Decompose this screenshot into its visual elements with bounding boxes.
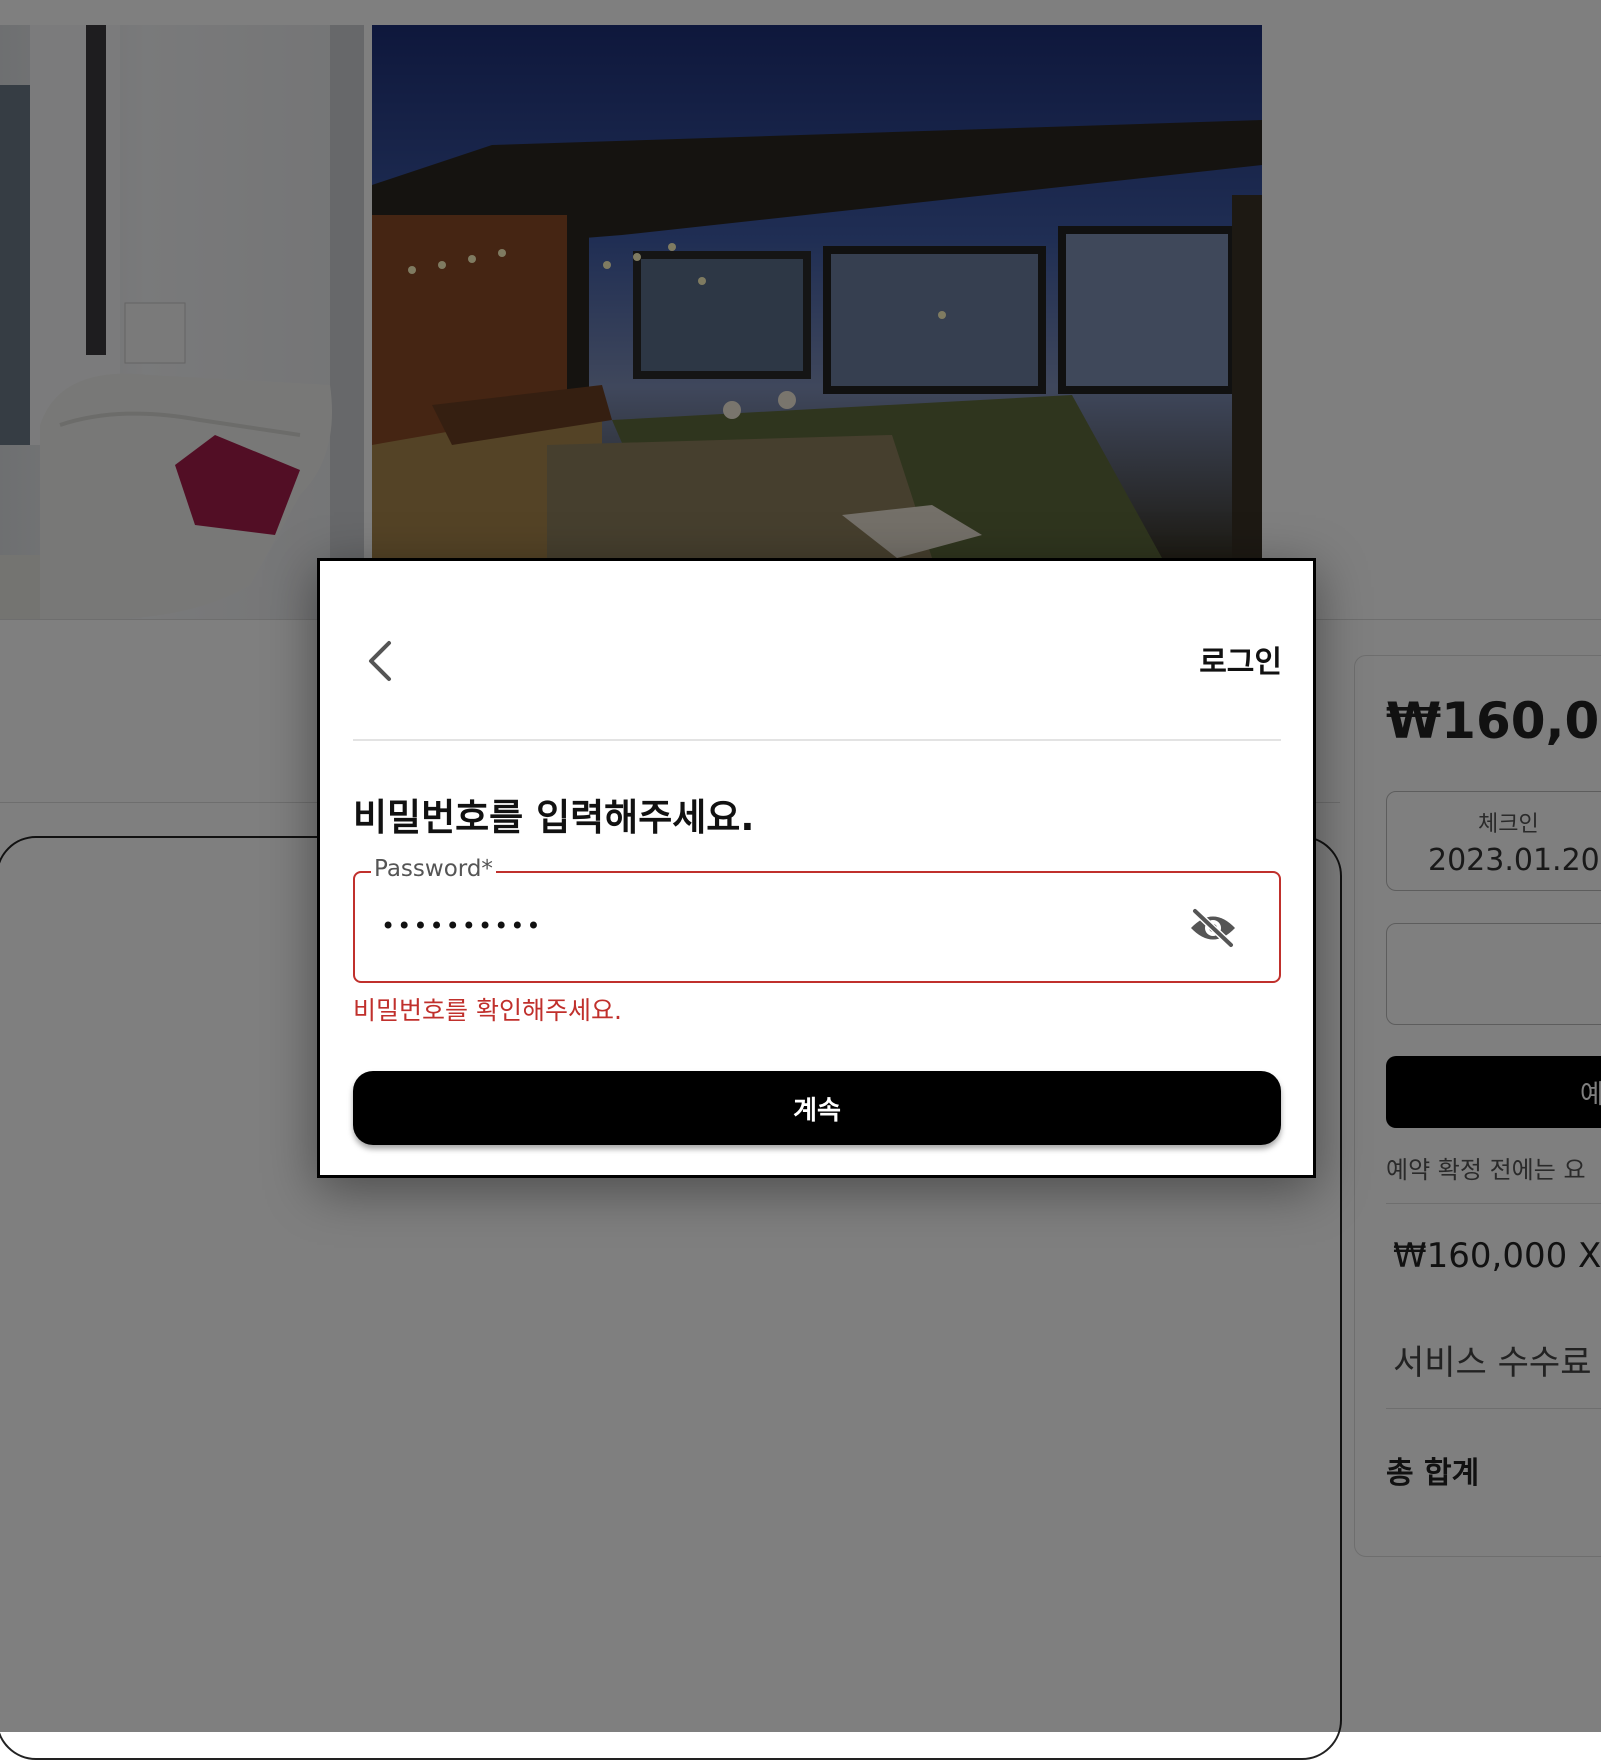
modal-title: 로그인	[1199, 645, 1282, 680]
password-label: Password*	[371, 856, 496, 882]
login-modal: 로그인 비밀번호를 입력해주세요. Password* 비밀번호를 확인해주세요…	[317, 558, 1316, 1178]
back-button[interactable]	[363, 635, 407, 687]
password-visibility-toggle[interactable]	[1185, 903, 1241, 953]
eye-off-icon	[1191, 907, 1235, 949]
password-input[interactable]	[381, 903, 1161, 949]
password-field[interactable]: Password*	[353, 856, 1281, 983]
continue-button[interactable]: 계속	[353, 1071, 1281, 1145]
chevron-left-icon	[369, 641, 391, 681]
modal-header-divider	[353, 739, 1281, 741]
password-error-message: 비밀번호를 확인해주세요.	[353, 996, 622, 1025]
password-prompt: 비밀번호를 입력해주세요.	[353, 796, 755, 839]
